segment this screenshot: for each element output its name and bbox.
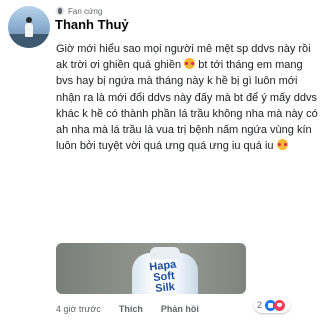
comment-actions: 4 giờ trước Thích Phản hồi [56, 303, 199, 315]
heart-eyes-emoji-icon [184, 58, 196, 70]
avatar-figure [25, 23, 33, 37]
reply-button[interactable]: Phản hồi [161, 304, 199, 314]
comment-text-part-2: bt tới tháng em mang bvs hay bị ngứa mà … [56, 59, 318, 153]
comment-time[interactable]: 4 giờ trước [56, 304, 101, 314]
heart-icon [274, 299, 286, 311]
like-button[interactable]: Thích [119, 304, 143, 314]
product-brand: Hapa Soft Silk [136, 258, 191, 294]
bottle-neck [150, 247, 180, 259]
reaction-summary[interactable]: 2 [254, 297, 291, 313]
comment-photo[interactable]: Hapa Soft Silk [56, 243, 246, 294]
avatar[interactable] [8, 6, 50, 48]
fan-badge-label: Fan cứng [68, 6, 103, 16]
fan-badge-icon [55, 6, 65, 16]
fan-badge: Fan cứng [55, 5, 102, 17]
comment-text: Giờ mới hiểu sao mọi người mê mệt sp ddv… [56, 41, 318, 154]
heart-eyes-emoji-icon [276, 139, 288, 151]
author-name[interactable]: Thanh Thuỷ [55, 17, 129, 32]
avatar-head [26, 17, 32, 23]
reaction-count: 2 [257, 300, 263, 310]
product-bottle: Hapa Soft Silk [132, 247, 198, 294]
